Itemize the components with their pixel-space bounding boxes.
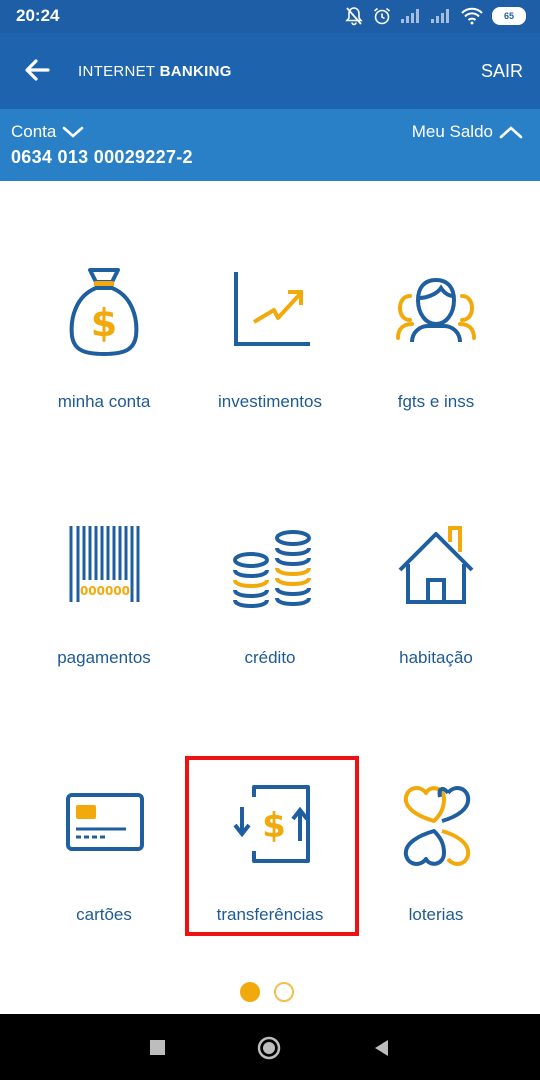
logout-button[interactable]: SAIR bbox=[481, 61, 523, 82]
menu-item-credito[interactable]: crédito bbox=[187, 520, 353, 720]
barcode-number: 000000 bbox=[80, 584, 130, 598]
menu-item-pagamentos[interactable]: 000000 pagamentos bbox=[21, 520, 187, 720]
menu-label: investimentos bbox=[218, 392, 322, 411]
mute-bell-icon bbox=[345, 7, 363, 26]
page-dot-1[interactable] bbox=[240, 982, 260, 1002]
menu-label: minha conta bbox=[57, 392, 151, 411]
clover-icon bbox=[403, 786, 471, 866]
house-icon bbox=[398, 526, 474, 604]
menu-item-investimentos[interactable]: investimentos bbox=[187, 264, 353, 464]
menu-label: fgts e inss bbox=[397, 392, 475, 411]
alarm-clock-icon bbox=[373, 7, 391, 25]
wifi-icon bbox=[461, 7, 483, 25]
pagination-dots bbox=[240, 982, 294, 1002]
account-label: Conta bbox=[11, 122, 57, 141]
status-bar: 20:24 65 bbox=[0, 0, 540, 33]
back-triangle-icon[interactable] bbox=[372, 1038, 390, 1058]
menu-item-habitacao[interactable]: habitação bbox=[353, 520, 519, 720]
app-title-bold: BANKING bbox=[159, 63, 232, 80]
people-icon bbox=[396, 277, 476, 343]
growth-chart-icon bbox=[234, 272, 310, 346]
account-bar: Conta 0634 013 00029227-2 Meu Saldo bbox=[0, 109, 540, 181]
menu-label: habitação bbox=[399, 648, 473, 667]
menu-label: loterias bbox=[408, 905, 464, 924]
battery-level: 65 bbox=[503, 11, 514, 21]
account-number: 0634 013 00029227-2 bbox=[11, 147, 193, 167]
highlight-box bbox=[185, 756, 359, 936]
app-bar: INTERNET BANKING SAIR bbox=[0, 33, 540, 109]
battery-icon: 65 bbox=[492, 7, 526, 25]
svg-text:$: $ bbox=[91, 301, 117, 345]
status-icons: 65 bbox=[344, 4, 526, 28]
menu-item-loterias[interactable]: loterias bbox=[353, 777, 519, 977]
app-title: INTERNET BANKING bbox=[78, 63, 232, 80]
page-dot-2[interactable] bbox=[274, 982, 294, 1002]
balance-toggle[interactable]: Meu Saldo bbox=[412, 122, 523, 142]
app-title-regular: INTERNET bbox=[78, 63, 160, 80]
signal-icon-2 bbox=[431, 9, 449, 23]
barcode-icon: 000000 bbox=[69, 526, 140, 602]
menu-label: cartões bbox=[76, 905, 132, 924]
menu-item-fgts-inss[interactable]: fgts e inss bbox=[353, 264, 519, 464]
credit-card-icon bbox=[66, 793, 144, 851]
recent-apps-icon[interactable] bbox=[150, 1040, 165, 1055]
balance-label: Meu Saldo bbox=[411, 122, 493, 141]
status-time: 20:24 bbox=[16, 6, 60, 25]
home-icon[interactable] bbox=[257, 1036, 281, 1060]
menu-label: pagamentos bbox=[57, 648, 151, 667]
coin-stacks-icon bbox=[233, 530, 311, 609]
menu-label: crédito bbox=[244, 648, 296, 667]
money-bag-icon: $ bbox=[69, 268, 139, 356]
system-nav-bar bbox=[0, 1014, 540, 1080]
chevron-down-icon bbox=[63, 126, 84, 138]
menu-item-cartoes[interactable]: cartões bbox=[21, 777, 187, 977]
account-selector[interactable]: Conta bbox=[11, 122, 84, 142]
back-arrow-icon[interactable] bbox=[20, 55, 54, 85]
menu-item-minha-conta[interactable]: $ minha conta bbox=[21, 264, 187, 464]
chevron-up-icon bbox=[499, 126, 523, 139]
signal-icon bbox=[401, 9, 419, 23]
